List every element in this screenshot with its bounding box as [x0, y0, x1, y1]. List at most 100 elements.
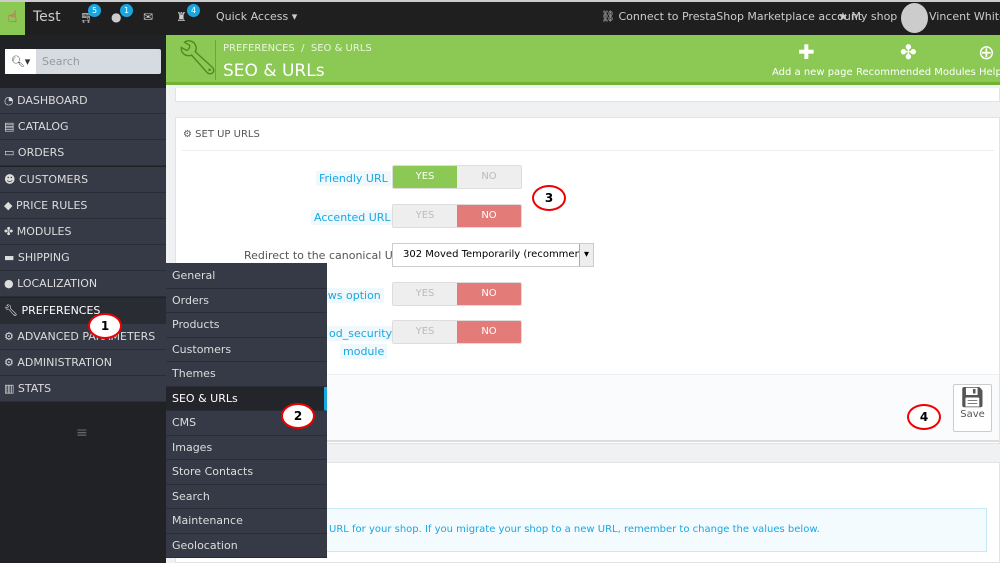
submenu-item-maintenance[interactable]: Maintenance [166, 509, 327, 534]
callout-2: 2 [281, 403, 315, 429]
globe-icon: ● [4, 277, 14, 291]
book-icon: ▤ [4, 120, 15, 134]
no-option[interactable]: NO [457, 321, 521, 343]
sidebar-item-price-rules[interactable]: ◆ PRICE RULES [0, 192, 166, 219]
lifebuoy-icon[interactable]: ⊕ [978, 40, 995, 64]
submenu-item-geolocation[interactable]: Geolocation [166, 534, 327, 558]
sidebar-item-advanced-parameters[interactable]: ⚙ ADVANCED PARAMETERS [0, 323, 166, 350]
top-panel [175, 88, 1000, 102]
user-menu[interactable]: Vincent White ▾ [929, 10, 1000, 23]
redirect-select[interactable]: 302 Moved Temporarily (recommended) ▾ [392, 243, 594, 267]
sidebar-item-label: DASHBOARD [17, 94, 88, 107]
star-icon: ★ [838, 10, 848, 23]
sidebar-item-label: ADVANCED PARAMETERS [17, 329, 156, 343]
truck-icon: ▬ [4, 251, 15, 265]
search-dropdown-button[interactable]: 🔍︎▾ [5, 49, 36, 74]
breadcrumb: PREFERENCES / SEO & URLS [223, 43, 372, 54]
search-placeholder: Search [42, 55, 80, 68]
accented-url-toggle[interactable]: YES NO [392, 204, 522, 228]
sidebar-item-stats[interactable]: ▥ STATS [0, 376, 166, 403]
wrench-icon: 🔧︎ [4, 303, 18, 317]
yes-option[interactable]: YES [393, 166, 457, 188]
sidebar-item-label: MODULES [16, 225, 72, 238]
sidebar-item-label: CATALOG [17, 120, 69, 134]
customers-badge: 1 [120, 4, 133, 17]
tags-icon: ◆ [4, 198, 13, 212]
friendly-url-toggle[interactable]: YES NO [392, 165, 522, 189]
orders-badge: 5 [88, 4, 101, 17]
submenu-item-store-contacts[interactable]: Store Contacts [166, 460, 327, 485]
trophy-badge: 4 [187, 4, 200, 17]
users-icon: ☻ [4, 172, 16, 186]
panel-title: ⚙ SET UP URLS [183, 129, 260, 140]
page-title: SEO & URLs [223, 61, 325, 81]
callout-3: 3 [532, 185, 566, 211]
sidebar-item-label: ADMINISTRATION [17, 356, 112, 369]
redirect-value: 302 Moved Temporarily (recommended) [403, 249, 594, 260]
yes-option[interactable]: YES [393, 321, 457, 343]
accented-url-label: Accented URL [311, 210, 394, 225]
cog-icon: ⚙ [4, 356, 14, 369]
recommended-modules-button[interactable]: Recommended Modules [856, 67, 976, 78]
sidebar-item-modules[interactable]: ✤ MODULES [0, 219, 166, 245]
submenu-item-general[interactable]: General [166, 264, 327, 289]
sidebar-item-localization[interactable]: ● LOCALIZATION [0, 271, 166, 298]
mod-security-label-2: module [340, 344, 388, 359]
row4-toggle[interactable]: YES NO [392, 282, 522, 306]
marketplace-label: Connect to PrestaShop Marketplace accoun… [618, 10, 863, 23]
save-button[interactable]: 💾︎ Save [953, 384, 992, 432]
trophy-icon[interactable]: ♜ [176, 10, 187, 24]
user-name: Vincent White [929, 10, 1000, 23]
yes-option[interactable]: YES [393, 205, 457, 227]
sidebar-item-preferences[interactable]: 🔧︎ PREFERENCES [0, 297, 166, 324]
envelope-icon[interactable]: ✉ [143, 10, 153, 24]
callout-1: 1 [88, 313, 122, 339]
submenu-item-customers[interactable]: Customers [166, 338, 327, 362]
puzzle-icon[interactable]: ✤ [900, 40, 917, 64]
sidebar-item-label: PRICE RULES [15, 198, 88, 212]
sidebar-item-customers[interactable]: ☻ CUSTOMERS [0, 166, 166, 193]
cogs-icon: ⚙ [4, 329, 14, 343]
sidebar-item-orders[interactable]: ▭ ORDERS [0, 140, 166, 167]
breadcrumb-seo[interactable]: SEO & URLS [311, 43, 372, 54]
submenu-item-orders[interactable]: Orders [166, 289, 327, 313]
wrench-icon: 🔧︎ [176, 38, 220, 78]
redirect-label: Redirect to the canonical URL [244, 249, 407, 262]
bar-chart-icon: ▥ [4, 382, 15, 396]
yes-option[interactable]: YES [393, 283, 457, 305]
prestashop-logo-icon[interactable]: ☝ [0, 2, 25, 35]
submenu-item-images[interactable]: Images [166, 436, 327, 460]
no-option[interactable]: NO [457, 205, 521, 227]
collapse-menu-icon[interactable]: ≡ [76, 425, 88, 441]
submenu-item-search[interactable]: Search [166, 485, 327, 509]
sidebar-item-dashboard[interactable]: ◔ DASHBOARD [0, 88, 166, 114]
link-icon: ⛓ [601, 10, 615, 23]
submenu-item-products[interactable]: Products [166, 313, 327, 338]
plus-square-icon[interactable]: ✚ [798, 40, 815, 64]
cogs-icon: ⚙ [183, 129, 192, 140]
save-label: Save [960, 409, 985, 420]
marketplace-link[interactable]: ⛓ Connect to PrestaShop Marketplace acco… [601, 10, 862, 23]
sidebar-item-catalog[interactable]: ▤ CATALOG [0, 114, 166, 141]
help-button[interactable]: Help [979, 67, 1000, 78]
sidebar-item-label: LOCALIZATION [17, 277, 98, 291]
my-shop-label: My shop [851, 10, 898, 23]
floppy-disk-icon: 💾︎ [959, 385, 986, 409]
mod-security-label: od_security [326, 326, 396, 341]
mod-security-toggle[interactable]: YES NO [392, 320, 522, 344]
no-option[interactable]: NO [457, 166, 521, 188]
sidebar-item-label: PREFERENCES [21, 303, 101, 317]
my-shop-link[interactable]: ★ My shop [838, 10, 897, 23]
avatar[interactable] [901, 3, 928, 33]
no-option[interactable]: NO [457, 283, 521, 305]
breadcrumb-preferences[interactable]: PREFERENCES [223, 43, 295, 54]
quick-access-menu[interactable]: Quick Access ▾ [216, 10, 297, 23]
puzzle-icon: ✤ [4, 225, 14, 238]
callout-4: 4 [907, 404, 941, 430]
sidebar-item-shipping[interactable]: ▬ SHIPPING [0, 245, 166, 272]
shop-name[interactable]: Test [33, 9, 61, 25]
sidebar-item-administration[interactable]: ⚙ ADMINISTRATION [0, 350, 166, 376]
friendly-url-label: Friendly URL [316, 171, 391, 186]
add-new-page-button[interactable]: Add a new page [772, 67, 853, 78]
submenu-item-themes[interactable]: Themes [166, 362, 327, 387]
